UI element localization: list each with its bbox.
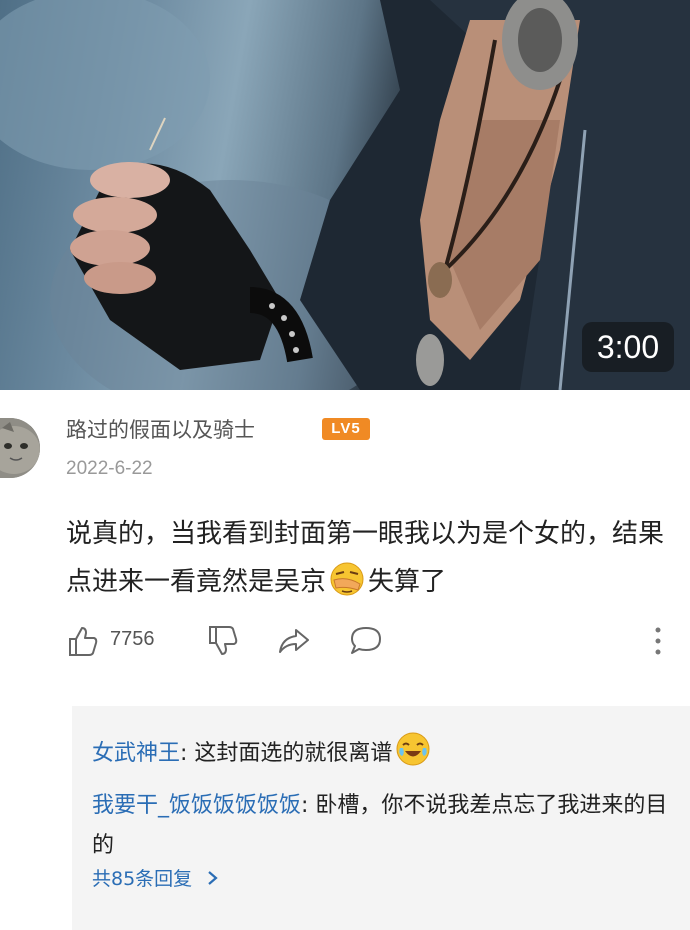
like-count: 7756: [110, 628, 155, 650]
laugh-cry-emoji-icon: [396, 732, 430, 766]
comment-bubble-icon[interactable]: [348, 624, 384, 658]
comment-action-bar: 7756: [66, 624, 676, 658]
thumbs-up-icon[interactable]: [66, 624, 100, 658]
replies-panel: 女武神王: 这封面选的就很离谱 我要干_饭饭饭饭饭饭: 卧槽，你不说我差点忘了我…: [72, 706, 690, 930]
reply-username[interactable]: 女武神王: [92, 741, 180, 766]
more-options-icon[interactable]: [652, 624, 664, 658]
video-duration-badge: 3:00: [582, 322, 674, 372]
facepalm-emoji-icon: [330, 562, 364, 596]
cat-avatar-icon: [0, 418, 40, 478]
video-thumbnail[interactable]: 3:00: [0, 0, 690, 390]
reply-item[interactable]: 我要干_饭饭饭饭饭饭: 卧槽，你不说我差点忘了我进来的目的: [92, 786, 682, 866]
view-all-replies-label: 共85条回复: [92, 868, 193, 890]
comment-text-part1: 说真的，当我看到封面第一眼我以为是个女的，结果点进来一看竟然是吴京: [66, 519, 665, 597]
comment-text: 说真的，当我看到封面第一眼我以为是个女的，结果点进来一看竟然是吴京 失算了: [66, 510, 676, 606]
chevron-right-icon: [208, 871, 218, 885]
comment-text-part2: 失算了: [368, 567, 447, 597]
reply-item[interactable]: 女武神王: 这封面选的就很离谱: [92, 732, 682, 774]
view-all-replies-link[interactable]: 共85条回复: [92, 864, 220, 891]
share-icon[interactable]: [276, 624, 312, 658]
avatar[interactable]: [0, 418, 40, 478]
reply-username[interactable]: 我要干_饭饭饭饭饭饭: [92, 793, 301, 818]
reply-text: 这封面选的就很离谱: [187, 741, 393, 766]
comment-username[interactable]: 路过的假面以及骑士: [66, 414, 255, 444]
comment-date: 2022-6-22: [66, 458, 153, 479]
level-badge: LV5: [322, 418, 370, 440]
thumbs-down-icon[interactable]: [206, 624, 240, 658]
